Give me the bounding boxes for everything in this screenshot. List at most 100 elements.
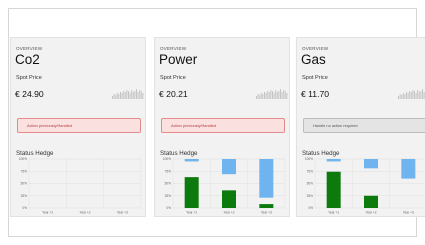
open-bar [184,159,199,162]
sparkline-bar [112,96,113,99]
hedged-bar [364,195,378,208]
hedged-bar [326,171,341,208]
sparkline-bar [278,91,280,99]
sparkline-bar [139,90,141,99]
card-title: Power [159,52,198,67]
y-tick-label: 75% [21,169,28,173]
y-tick-label: 25% [165,194,172,198]
sparkline-bar [280,89,281,99]
sparkline-bar [123,91,125,99]
sparkline-bar [420,91,422,99]
x-tick-label: Year +1 [328,211,339,215]
spot-price-label: Spot Price [16,75,42,81]
sparkline-bar [131,90,133,99]
sparkline-bar [142,93,144,99]
open-bar [326,159,341,162]
x-tick-label: Year +3 [117,211,128,215]
sparkline-bar [423,92,425,99]
x-tick-label: Year +3 [261,211,272,215]
sparkline-bar [115,95,117,99]
sparkline-bar [116,93,118,99]
sparkline-bar [134,91,136,99]
hedge-chart: 100% 75% 50% 25% 0% Year +1 Year +2 Year +3 [163,157,286,215]
sparkline-bar [272,91,273,99]
overview-label: OVERVIEW [16,46,43,51]
sparkline-bar [398,96,399,99]
sparkline-bar [262,94,264,99]
sparkline-bar [281,92,283,99]
hedge-chart: 100% 75% 50% 25% 0% Year +1 Year +2 Year +3 [19,157,142,215]
open-bar [401,159,416,179]
sparkline-bar [275,90,277,99]
sparkline-bar [286,93,288,99]
sparkline-bar [284,91,286,99]
sparkline-chart [256,89,288,99]
spot-price-label: Spot Price [160,75,186,81]
sparkline-bar [407,93,409,99]
sparkline-bar [256,96,257,99]
sparkline-bar [136,89,137,99]
y-tick-label: 100% [305,157,313,161]
x-tick-label: Year +2 [366,211,377,215]
y-tick-label: 50% [21,182,28,186]
sparkline-bar [264,92,265,99]
y-tick-label: 50% [165,182,172,186]
x-tick-label: Year +1 [42,211,53,215]
x-tick-label: Year +2 [224,211,235,215]
sparkline-bar [267,91,269,99]
open-bar [259,159,274,198]
sparkline-bar [118,94,120,99]
x-tick-label: Year +3 [403,211,414,215]
y-tick-label: 100% [19,157,27,161]
status-box[interactable]: Handle no action required [303,118,425,133]
hedged-bar [222,190,236,208]
sparkline-bar [126,90,128,99]
open-bar [364,159,378,169]
sparkline-bar [120,92,121,99]
sparkline-bar [404,94,406,99]
sparkline-bar [422,89,423,99]
card-co2[interactable]: OVERVIEW Co2 Spot Price € 24.90 Action p… [10,37,146,217]
sparkline-bar [270,90,272,99]
spot-price-value: € 24.90 [15,89,44,99]
spot-price-label: Spot Price [302,75,328,81]
sparkline-chart [112,89,144,99]
card-power[interactable]: OVERVIEW Power Spot Price € 20.21 Action… [154,37,290,217]
card-gas[interactable]: OVERVIEW Gas Spot Price € 11.70 Handle n… [296,37,425,217]
sparkline-bar [259,95,261,99]
x-tick-label: Year +2 [80,211,91,215]
card-title: Co2 [15,52,40,67]
card-title: Gas [301,52,326,67]
overview-label: OVERVIEW [302,46,329,51]
y-tick-label: 50% [307,182,314,186]
y-tick-label: 75% [165,169,172,173]
sparkline-bar [137,92,139,99]
sparkline-bar [418,92,420,99]
sparkline-bar [268,92,270,99]
spot-price-value: € 20.21 [159,89,188,99]
y-tick-label: 0% [308,206,313,210]
sparkline-bar [417,90,419,99]
sparkline-bar [273,93,275,99]
sparkline-bar [265,93,267,99]
sparkline-bar [121,93,123,99]
sparkline-bar [410,92,412,99]
sparkline-bar [129,93,131,99]
sparkline-bar [283,90,285,99]
y-tick-label: 25% [21,194,28,198]
sparkline-bar [140,91,142,99]
sparkline-chart [398,89,425,99]
sparkline-bar [406,92,407,99]
sparkline-bar [128,91,129,99]
status-box[interactable]: Action previously/Handled [17,118,141,133]
sparkline-bar [124,92,126,99]
hedge-chart: 100% 75% 50% 25% 0% Year +1 Year +2 Year +3 [305,157,425,215]
y-tick-label: 75% [307,169,314,173]
spot-price-value: € 11.70 [301,89,330,99]
sparkline-bar [113,94,115,99]
sparkline-bar [414,91,415,99]
y-tick-label: 25% [307,194,314,198]
sparkline-bar [415,93,417,99]
status-box[interactable]: Action previously/Handled [161,118,285,133]
open-bar [222,159,236,175]
